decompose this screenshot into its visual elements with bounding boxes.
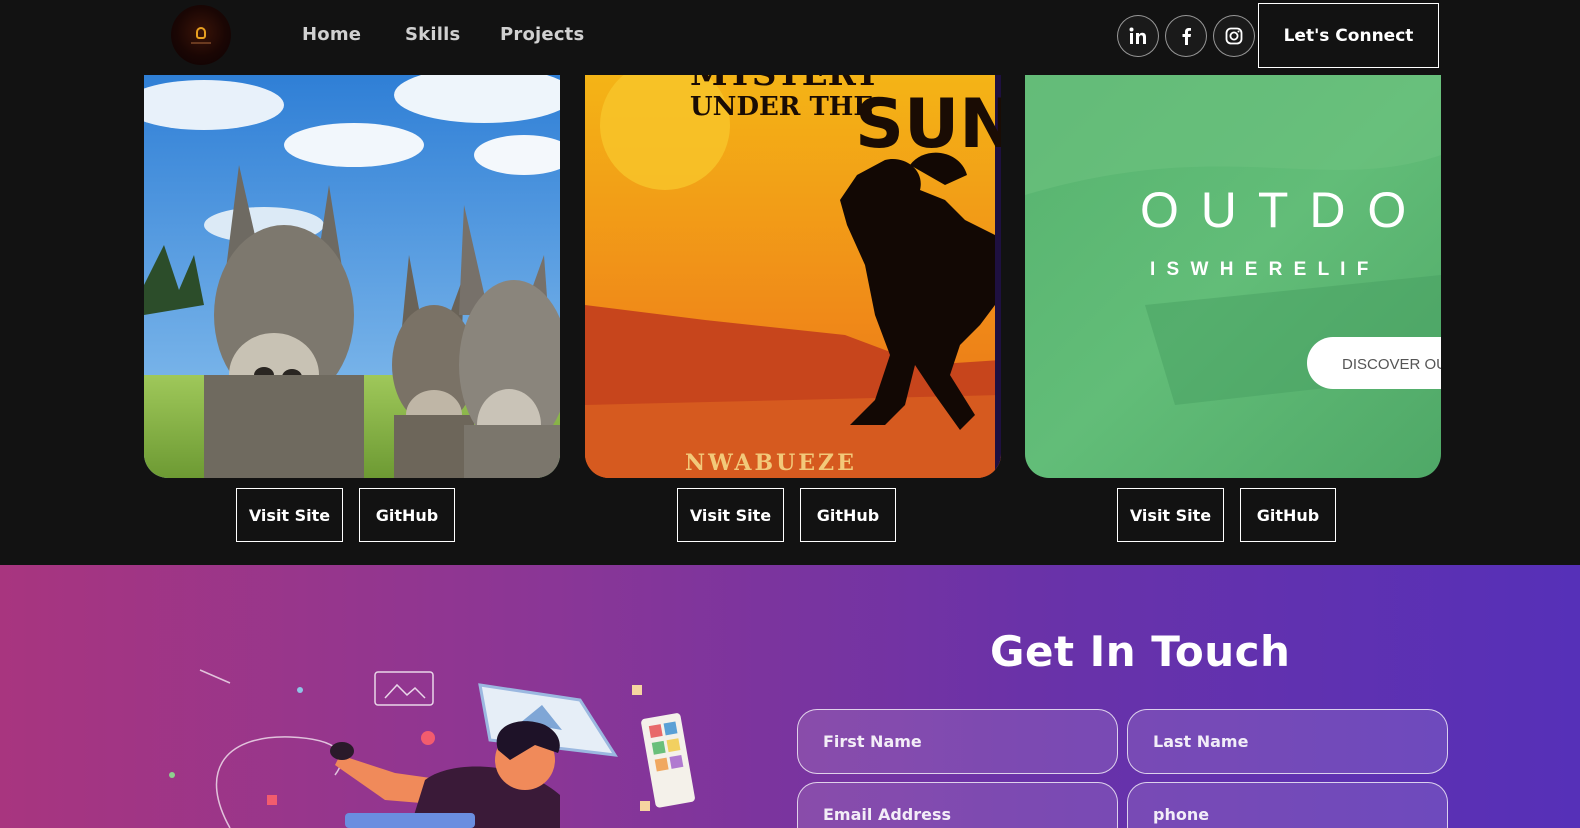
last-name-field[interactable]: Last Name xyxy=(1127,709,1448,774)
logo-text xyxy=(191,42,211,44)
outdoor-landing: O U T D O I S W H E R E L I F DISCOVER O… xyxy=(1025,75,1441,478)
cover-author: NWABUEZE xyxy=(685,450,857,476)
navbar: Home Skills Projects Let's Connect xyxy=(0,0,1580,75)
project-card-book: MYSTERY UNDER THE SUN NWABUEZE xyxy=(585,75,1001,478)
donkeys-photo xyxy=(144,75,560,478)
linkedin-icon[interactable] xyxy=(1117,15,1159,57)
cover-title-mid: UNDER THE xyxy=(690,92,873,122)
outdoor-cta: DISCOVER OUR xyxy=(1342,356,1441,373)
project-card-outdoor: O U T D O I S W H E R E L I F DISCOVER O… xyxy=(1025,75,1441,478)
nav-skills-link[interactable]: Skills xyxy=(405,24,460,45)
github-button-1[interactable]: GitHub xyxy=(359,488,455,542)
nav-home-link[interactable]: Home xyxy=(302,24,361,45)
phone-field[interactable]: phone xyxy=(1127,782,1448,828)
logo[interactable] xyxy=(171,5,231,65)
outdoor-tagline: I S W H E R E L I F xyxy=(1150,259,1371,280)
email-field[interactable]: Email Address xyxy=(797,782,1118,828)
outdoor-headline: O U T D O xyxy=(1140,182,1410,238)
nav-projects-link[interactable]: Projects xyxy=(500,24,584,45)
contact-section: Get In Touch First Name Last Name Email … xyxy=(0,565,1580,828)
cover-title-big: SUN xyxy=(855,85,1001,164)
github-button-2[interactable]: GitHub xyxy=(800,488,896,542)
visit-site-button-3[interactable]: Visit Site xyxy=(1117,488,1224,542)
project-card-donkeys xyxy=(144,75,560,478)
first-name-field[interactable]: First Name xyxy=(797,709,1118,774)
visit-site-button-2[interactable]: Visit Site xyxy=(677,488,784,542)
instagram-icon[interactable] xyxy=(1213,15,1255,57)
github-button-3[interactable]: GitHub xyxy=(1240,488,1336,542)
visit-site-button-1[interactable]: Visit Site xyxy=(236,488,343,542)
contact-illustration xyxy=(169,669,695,828)
get-in-touch-title: Get In Touch xyxy=(990,627,1291,676)
logo-mark xyxy=(196,27,206,39)
facebook-icon[interactable] xyxy=(1165,15,1207,57)
lets-connect-button[interactable]: Let's Connect xyxy=(1258,3,1439,68)
book-cover: MYSTERY UNDER THE SUN NWABUEZE xyxy=(585,75,1001,478)
